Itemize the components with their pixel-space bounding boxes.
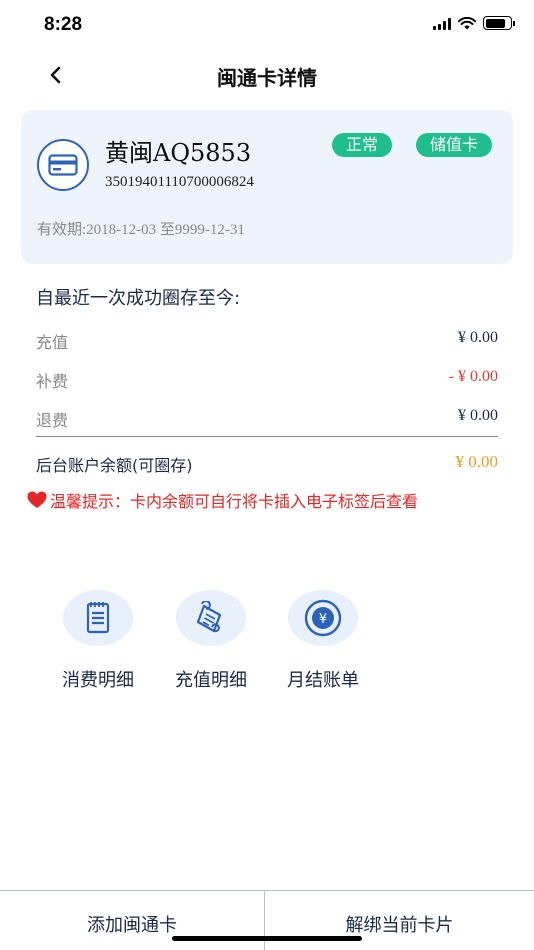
- status-badge: 正常: [332, 133, 393, 157]
- system-icons: [433, 16, 515, 30]
- summary-title: 自最近一次成功圈存至今:: [36, 288, 241, 309]
- row-label: 补费: [36, 372, 69, 391]
- receipt-icon: [63, 590, 133, 646]
- cellular-signal-icon: [433, 17, 451, 30]
- home-indicator: [172, 936, 362, 941]
- balance-row: 后台账户余额(可圈存) ¥ 0.00: [36, 452, 498, 476]
- heart-icon: [27, 491, 47, 508]
- status-time: 8:28: [44, 14, 83, 35]
- warm-tip: 温馨提示：卡内余额可自行将卡插入电子标签后查看: [26, 488, 418, 512]
- wifi-icon: [458, 16, 476, 29]
- card-number: 35019401110700006824: [105, 174, 254, 190]
- page-title: 闽通卡详情: [217, 66, 317, 90]
- summary-divider: [36, 436, 498, 437]
- unbind-card-button[interactable]: 解绑当前卡片: [265, 891, 534, 950]
- nav-bar: 闽通卡详情: [0, 50, 534, 100]
- tip-text: 温馨提示：卡内余额可自行将卡插入电子标签后查看: [50, 492, 419, 511]
- consumption-detail-button[interactable]: 消费明细: [48, 590, 148, 692]
- recharge-detail-button[interactable]: 充值明细: [161, 590, 261, 692]
- summary-row-supplement: 补费 - ¥ 0.00: [36, 368, 498, 392]
- bottom-action-bar: 添加闽通卡 解绑当前卡片: [0, 890, 534, 950]
- summary-row-refund: 退费 ¥ 0.00: [36, 407, 498, 431]
- battery-icon: [483, 16, 515, 30]
- credit-card-icon: [37, 139, 89, 191]
- monthly-bill-button[interactable]: ¥ 月结账单: [273, 590, 373, 692]
- scroll-icon: [176, 590, 246, 646]
- row-label: 退费: [36, 411, 69, 430]
- add-card-button[interactable]: 添加闽通卡: [0, 891, 264, 950]
- summary-row-recharge: 充值 ¥ 0.00: [36, 329, 498, 353]
- action-label: 消费明细: [62, 670, 134, 691]
- row-value: ¥ 0.00: [458, 329, 498, 346]
- action-label: 月结账单: [287, 670, 359, 691]
- row-value: ¥ 0.00: [458, 407, 498, 424]
- row-value: - ¥ 0.00: [448, 368, 498, 385]
- validity-period: 有效期:2018-12-03 至9999-12-31: [37, 222, 245, 238]
- card-info-panel: 黄闽AQ5853 35019401110700006824 正常 储值卡 有效期…: [21, 110, 513, 264]
- balance-value: ¥ 0.00: [455, 452, 499, 471]
- svg-text:¥: ¥: [319, 612, 327, 627]
- card-plate-name: 黄闽AQ5853: [105, 139, 252, 167]
- action-label: 充值明细: [175, 670, 247, 691]
- balance-label: 后台账户余额(可圈存): [36, 456, 193, 475]
- card-type-badge: 储值卡: [416, 133, 493, 157]
- row-label: 充值: [36, 333, 69, 352]
- status-bar: 8:28: [0, 0, 534, 50]
- yen-coin-icon: ¥: [288, 590, 358, 646]
